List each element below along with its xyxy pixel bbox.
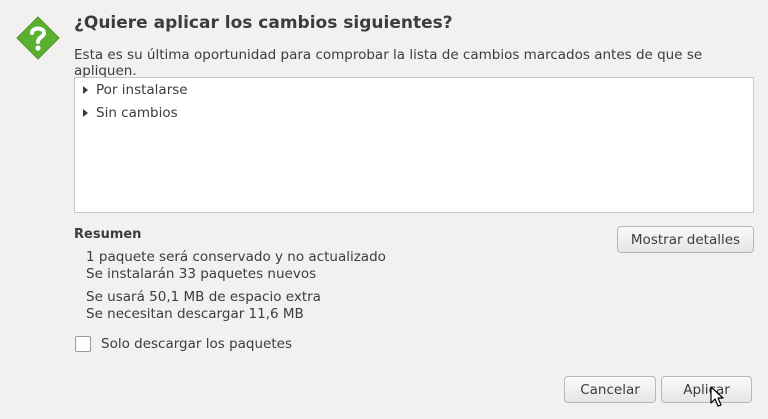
question-icon <box>16 16 60 60</box>
tree-item-por-instalarse[interactable]: Por instalarse <box>80 80 188 100</box>
download-only-checkbox[interactable] <box>75 336 91 352</box>
summary-heading: Resumen <box>74 227 142 242</box>
summary-line: 1 paquete será conservado y no actualiza… <box>86 249 386 265</box>
download-only-label: Solo descargar los paquetes <box>101 336 292 352</box>
mouse-pointer-icon <box>710 386 724 407</box>
dialog-subtitle: Esta es su última oportunidad para compr… <box>74 47 703 79</box>
summary-line: Se usará 50,1 MB de espacio extra <box>86 289 321 305</box>
summary-line: Se instalarán 33 paquetes nuevos <box>86 266 317 282</box>
expander-icon[interactable] <box>83 86 88 94</box>
summary-line: Se necesitan descargar 11,6 MB <box>86 306 304 322</box>
cancel-button[interactable]: Cancelar <box>564 376 656 403</box>
tree-item-label: Por instalarse <box>96 82 188 98</box>
expander-icon[interactable] <box>83 109 88 117</box>
download-only-option[interactable]: Solo descargar los paquetes <box>75 336 292 352</box>
tree-item-sin-cambios[interactable]: Sin cambios <box>80 103 178 123</box>
tree-item-label: Sin cambios <box>96 105 178 121</box>
show-details-button[interactable]: Mostrar detalles <box>617 226 754 253</box>
changes-tree[interactable]: Por instalarse Sin cambios <box>74 77 754 213</box>
dialog-title: ¿Quiere aplicar los cambios siguientes? <box>74 13 453 33</box>
apply-button[interactable]: Aplicar <box>661 376 752 403</box>
